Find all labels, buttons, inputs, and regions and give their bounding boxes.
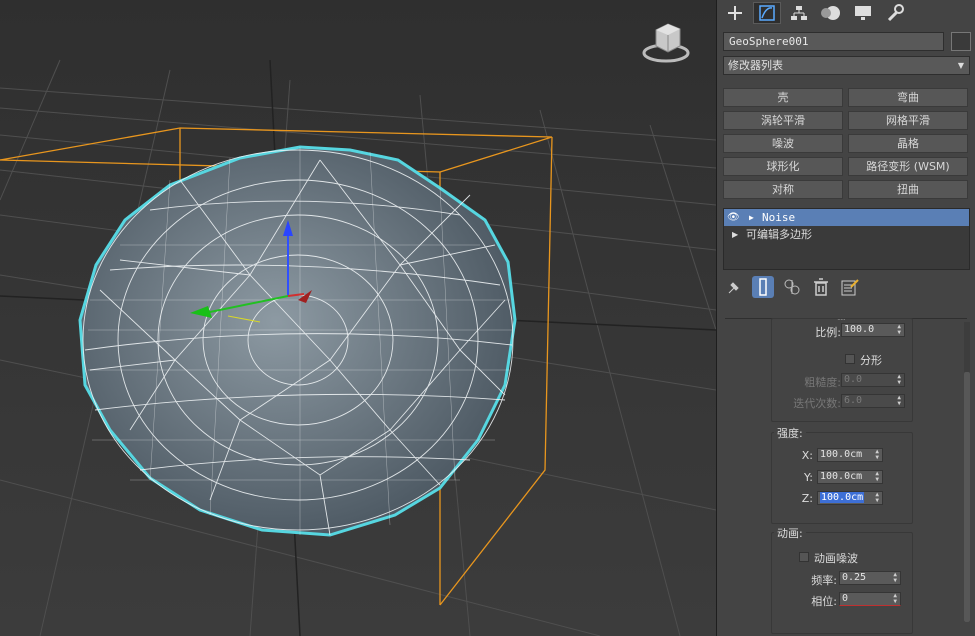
stack-item-label: Noise bbox=[762, 211, 796, 224]
viewport-canvas[interactable] bbox=[0, 0, 716, 636]
utilities-icon bbox=[887, 4, 904, 22]
strength-x-value: 100.0cm bbox=[820, 449, 863, 460]
perspective-viewport[interactable] bbox=[0, 0, 716, 636]
expand-triangle-icon[interactable]: ▶ bbox=[749, 209, 754, 226]
remove-modifier-icon bbox=[814, 278, 828, 296]
frequency-value: 0.25 bbox=[842, 572, 867, 583]
iterations-label: 迭代次数: bbox=[793, 397, 841, 410]
configure-modifier-sets-button[interactable] bbox=[839, 276, 861, 298]
strength-title: 强度: bbox=[774, 425, 806, 441]
y-label: Y: bbox=[804, 471, 813, 484]
animate-noise-checkbox[interactable] bbox=[799, 552, 809, 562]
modifier-button-bend[interactable]: 弯曲 bbox=[848, 88, 968, 107]
viewcube[interactable] bbox=[640, 18, 692, 66]
tab-hierarchy[interactable] bbox=[785, 2, 813, 24]
x-label: X: bbox=[801, 449, 813, 462]
stack-item-editable-poly[interactable]: ▶ 可编辑多边形 bbox=[724, 226, 969, 243]
tab-modify[interactable] bbox=[753, 2, 781, 24]
show-end-result-button[interactable] bbox=[752, 276, 774, 298]
geosphere-mesh[interactable] bbox=[78, 145, 517, 537]
scale-spinner[interactable]: 100.0 ▲ ▼ bbox=[841, 323, 905, 337]
eye-icon[interactable]: 👁 bbox=[727, 209, 740, 226]
iterations-value: 6.0 bbox=[844, 395, 863, 406]
phase-label: 相位: bbox=[811, 595, 837, 608]
strength-z-spinner[interactable]: 100.0cm ▲ ▼ bbox=[817, 491, 883, 505]
object-color-swatch[interactable] bbox=[951, 32, 971, 51]
animation-title: 动画: bbox=[774, 525, 806, 541]
spinner-arrows-icon[interactable]: ▲ ▼ bbox=[875, 471, 879, 483]
spinner-arrows-icon[interactable]: ▲ ▼ bbox=[897, 374, 901, 386]
panel-scrollbar[interactable] bbox=[964, 322, 970, 622]
expand-triangle-icon[interactable]: ▶ bbox=[732, 226, 738, 243]
stack-item-noise[interactable]: 👁 ▶ Noise bbox=[724, 209, 969, 226]
modifier-list-label: 修改器列表 bbox=[728, 59, 783, 72]
pin-stack-button[interactable] bbox=[723, 276, 745, 298]
frequency-spinner[interactable]: 0.25 ▲ ▼ bbox=[839, 571, 901, 585]
panel-scroll-thumb[interactable] bbox=[964, 372, 970, 622]
fractal-checkbox[interactable] bbox=[845, 354, 855, 364]
modifier-button-symmetry[interactable]: 对称 bbox=[723, 180, 843, 199]
frequency-label: 频率: bbox=[811, 574, 837, 587]
strength-y-spinner[interactable]: 100.0cm ▲ ▼ bbox=[817, 470, 883, 484]
strength-x-spinner[interactable]: 100.0cm ▲ ▼ bbox=[817, 448, 883, 462]
roughness-label: 粗糙度: bbox=[804, 376, 841, 389]
stack-item-label: 可编辑多边形 bbox=[746, 228, 812, 241]
roughness-spinner[interactable]: 0.0 ▲ ▼ bbox=[841, 373, 905, 387]
spinner-arrows-icon[interactable]: ▲ ▼ bbox=[893, 593, 897, 605]
remove-modifier-button[interactable] bbox=[810, 276, 832, 298]
configure-sets-icon bbox=[841, 279, 859, 296]
modifier-button-spherify[interactable]: 球形化 bbox=[723, 157, 843, 176]
tab-create[interactable] bbox=[721, 2, 749, 24]
z-label: Z: bbox=[801, 492, 813, 505]
tab-display[interactable] bbox=[849, 2, 877, 24]
modifier-button-turbosmooth[interactable]: 涡轮平滑 bbox=[723, 111, 843, 130]
spinner-arrows-icon[interactable]: ▲ ▼ bbox=[875, 492, 879, 504]
roughness-value: 0.0 bbox=[844, 374, 863, 385]
modifier-button-lattice[interactable]: 晶格 bbox=[848, 134, 968, 153]
spinner-arrows-icon[interactable]: ▲ ▼ bbox=[893, 572, 897, 584]
modifier-buttons: 壳 弯曲 涡轮平滑 网格平滑 噪波 晶格 球形化 路径变形 (WSM) 对称 扭… bbox=[723, 88, 969, 199]
phase-spinner[interactable]: 0 ▲ ▼ bbox=[839, 592, 901, 606]
modifier-button-path-deform[interactable]: 路径变形 (WSM) bbox=[848, 157, 968, 176]
scale-value: 100.0 bbox=[844, 324, 875, 335]
tab-utilities[interactable] bbox=[881, 2, 909, 24]
scale-label: 比例: bbox=[815, 326, 841, 339]
tab-motion[interactable] bbox=[817, 2, 845, 24]
hierarchy-icon bbox=[791, 6, 807, 20]
spinner-arrows-icon[interactable]: ▲ ▼ bbox=[897, 395, 901, 407]
create-icon bbox=[728, 6, 742, 20]
phase-value: 0 bbox=[842, 593, 849, 604]
dropdown-arrow-icon: ▼ bbox=[957, 61, 964, 70]
modifier-button-twist[interactable]: 扭曲 bbox=[848, 180, 968, 199]
fractal-label: 分形 bbox=[860, 354, 882, 367]
object-name-field[interactable]: GeoSphere001 bbox=[723, 32, 944, 51]
modifier-list-dropdown[interactable]: 修改器列表 ▼ bbox=[723, 56, 970, 75]
modifier-button-meshsmooth[interactable]: 网格平滑 bbox=[848, 111, 968, 130]
modifier-button-shell[interactable]: 壳 bbox=[723, 88, 843, 107]
make-unique-button[interactable] bbox=[781, 276, 803, 298]
modify-icon bbox=[759, 5, 775, 21]
command-panel-tabs bbox=[721, 2, 909, 26]
command-panel: GeoSphere001 修改器列表 ▼ 壳 弯曲 涡轮平滑 网格平滑 噪波 晶… bbox=[716, 0, 975, 636]
strength-y-value: 100.0cm bbox=[820, 471, 863, 482]
modifier-stack: 👁 ▶ Noise ▶ 可编辑多边形 bbox=[723, 208, 970, 270]
show-end-result-icon bbox=[759, 278, 767, 296]
modifier-button-noise[interactable]: 噪波 bbox=[723, 134, 843, 153]
spinner-arrows-icon[interactable]: ▲ ▼ bbox=[875, 449, 879, 461]
pin-stack-icon bbox=[728, 282, 739, 294]
motion-icon bbox=[821, 6, 840, 20]
animate-noise-label: 动画噪波 bbox=[814, 552, 858, 565]
make-unique-icon bbox=[784, 279, 800, 295]
spinner-arrows-icon[interactable]: ▲ ▼ bbox=[897, 324, 901, 336]
display-icon bbox=[855, 6, 871, 20]
iterations-spinner[interactable]: 6.0 ▲ ▼ bbox=[841, 394, 905, 408]
strength-z-value[interactable]: 100.0cm bbox=[820, 492, 865, 503]
stack-toolbar bbox=[723, 274, 861, 300]
